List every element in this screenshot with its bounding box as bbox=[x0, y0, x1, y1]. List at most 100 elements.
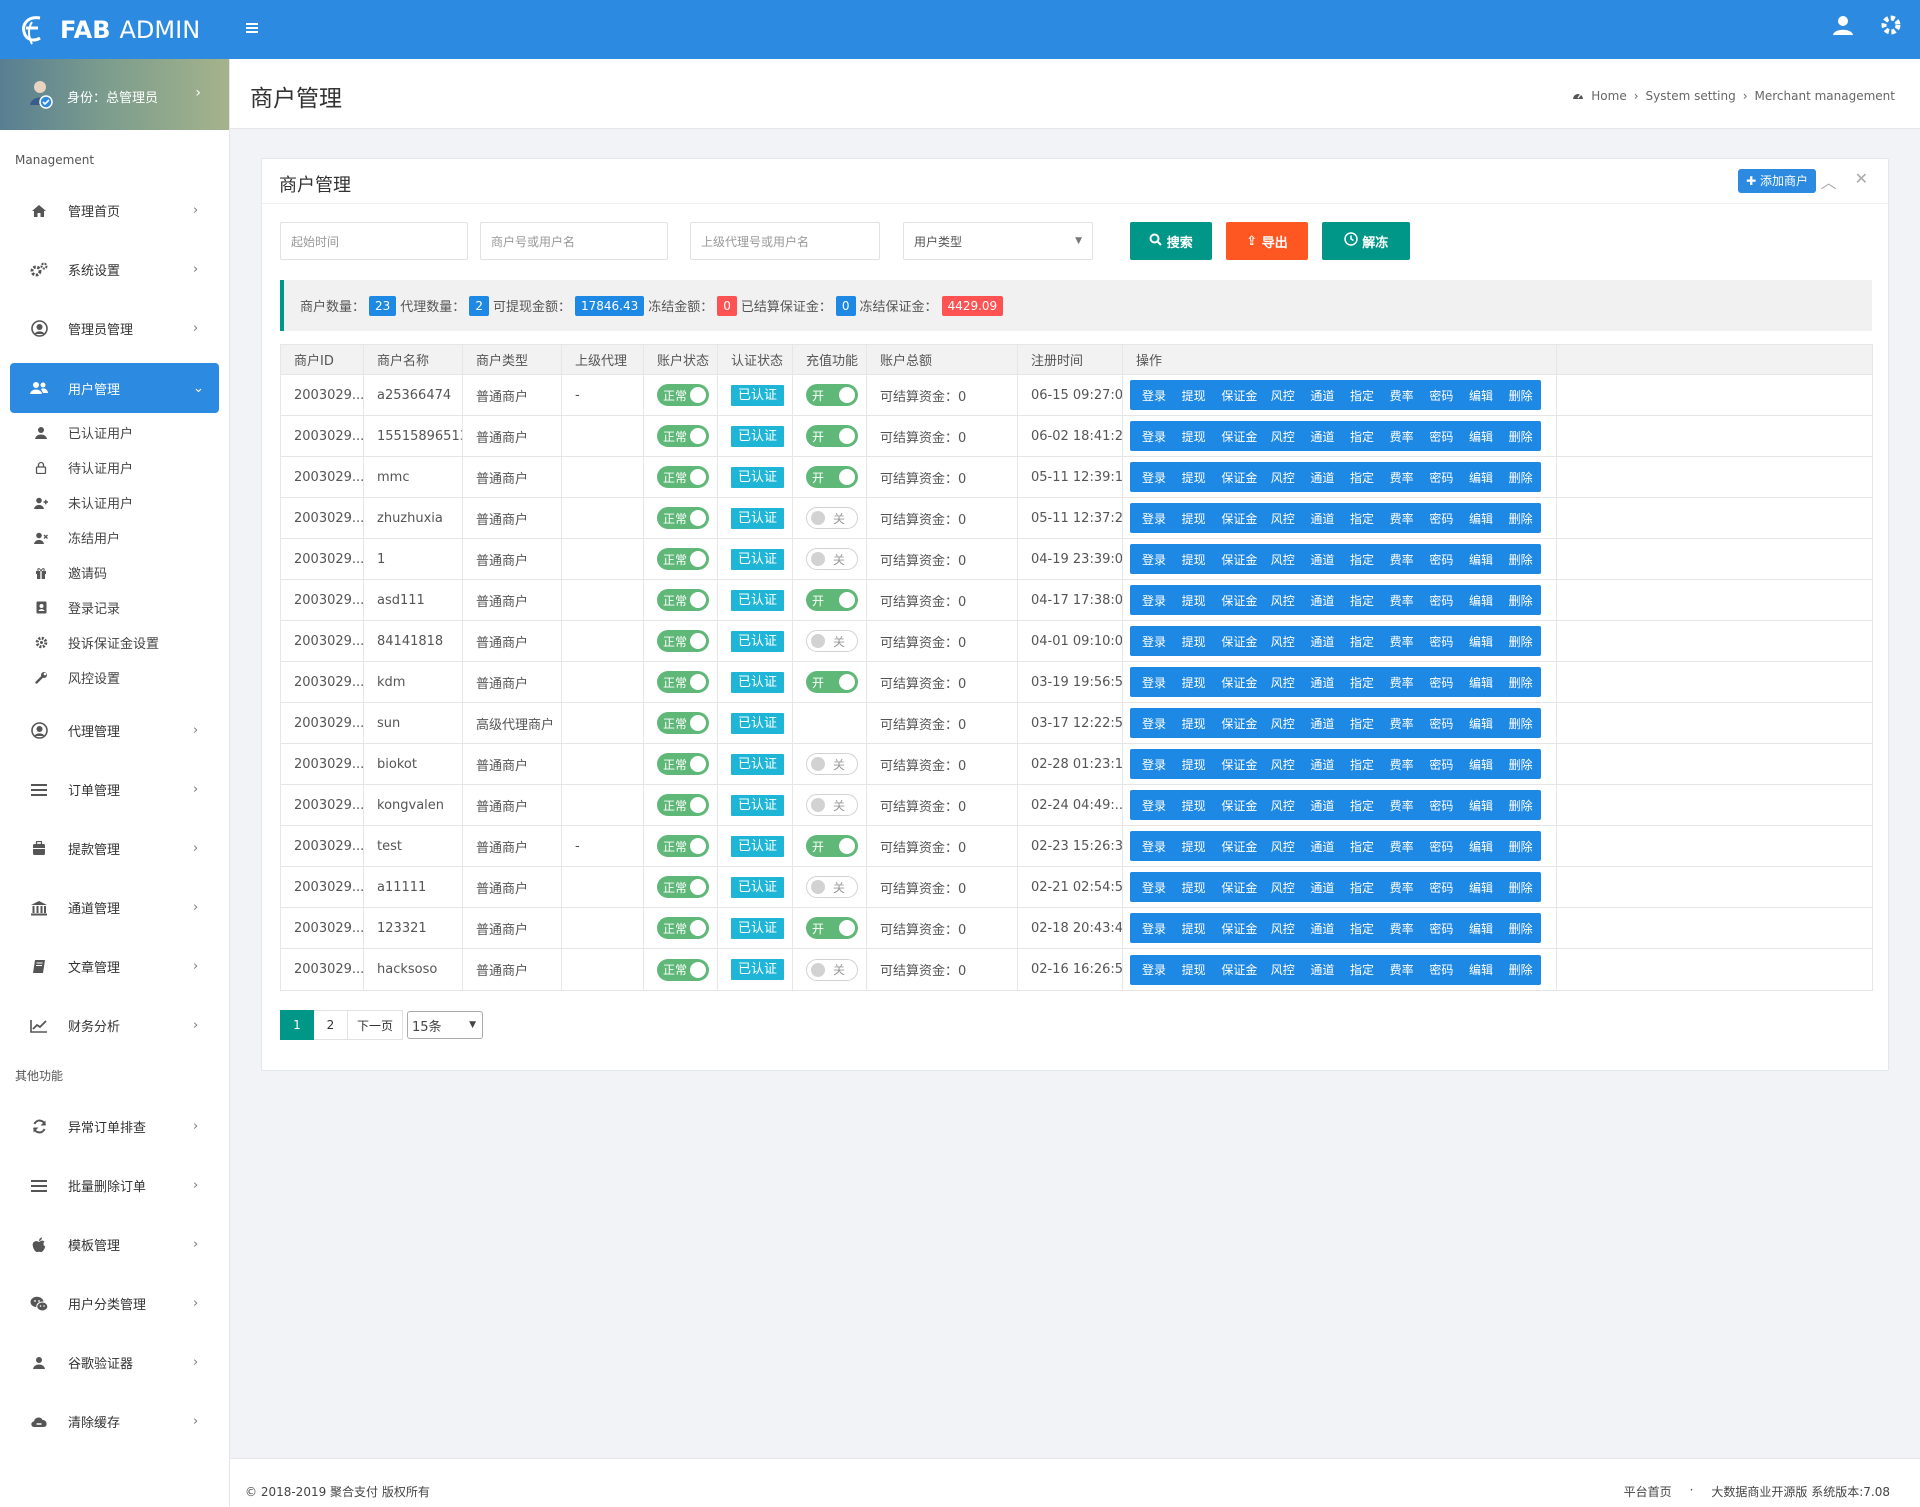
op-button[interactable]: 提现 bbox=[1182, 469, 1222, 486]
user-type-select[interactable]: 用户类型 ▼ bbox=[903, 222, 1093, 260]
start-time-input[interactable]: 起始时间 bbox=[280, 222, 468, 260]
sidebar-subitem-4[interactable]: 邀请码 bbox=[0, 555, 229, 590]
op-button[interactable]: 删除 bbox=[1509, 715, 1541, 732]
op-button[interactable]: 通道 bbox=[1310, 633, 1350, 650]
op-button[interactable]: 通道 bbox=[1310, 469, 1350, 486]
op-button[interactable]: 指定 bbox=[1350, 879, 1390, 896]
op-button[interactable]: 编辑 bbox=[1469, 756, 1509, 773]
op-button[interactable]: 删除 bbox=[1509, 920, 1541, 937]
user-icon[interactable] bbox=[1832, 14, 1854, 40]
op-button[interactable]: 费率 bbox=[1390, 879, 1430, 896]
sidebar-subitem-1[interactable]: 待认证用户 bbox=[0, 450, 229, 485]
op-button[interactable]: 通道 bbox=[1310, 674, 1350, 691]
op-button[interactable]: 密码 bbox=[1429, 756, 1469, 773]
op-button[interactable]: 提现 bbox=[1182, 879, 1222, 896]
op-button[interactable]: 密码 bbox=[1429, 920, 1469, 937]
op-button[interactable]: 提现 bbox=[1182, 756, 1222, 773]
sidebar-item-other-1[interactable]: 批量删除订单 › bbox=[0, 1156, 229, 1215]
op-button[interactable]: 通道 bbox=[1310, 551, 1350, 568]
op-button[interactable]: 删除 bbox=[1509, 797, 1541, 814]
op-button[interactable]: 指定 bbox=[1350, 592, 1390, 609]
account-status-toggle[interactable]: 正常 bbox=[657, 958, 709, 981]
sidebar-item-main-1[interactable]: 系统设置 › bbox=[0, 240, 229, 299]
op-button[interactable]: 登录 bbox=[1142, 838, 1182, 855]
sidebar-item-other-0[interactable]: 异常订单排查 › bbox=[0, 1097, 229, 1156]
recharge-toggle[interactable]: 开 bbox=[806, 589, 858, 611]
account-status-toggle[interactable]: 正常 bbox=[657, 630, 709, 652]
op-button[interactable]: 删除 bbox=[1509, 633, 1541, 650]
next-page[interactable]: 下一页 bbox=[348, 1010, 403, 1040]
op-button[interactable]: 密码 bbox=[1429, 592, 1469, 609]
menu-toggle-icon[interactable] bbox=[246, 18, 258, 39]
op-button[interactable]: 提现 bbox=[1182, 715, 1222, 732]
op-button[interactable]: 删除 bbox=[1509, 510, 1541, 527]
op-button[interactable]: 密码 bbox=[1429, 510, 1469, 527]
breadcrumb-system-setting[interactable]: System setting bbox=[1646, 89, 1736, 103]
op-button[interactable]: 删除 bbox=[1509, 592, 1541, 609]
op-button[interactable]: 风控 bbox=[1271, 510, 1311, 527]
recharge-toggle[interactable]: 开 bbox=[806, 425, 858, 447]
logo[interactable]: FAB ADMIN bbox=[18, 12, 200, 48]
op-button[interactable]: 风控 bbox=[1271, 592, 1311, 609]
op-button[interactable]: 保证金 bbox=[1221, 510, 1270, 527]
op-button[interactable]: 提现 bbox=[1182, 387, 1222, 404]
op-button[interactable]: 费率 bbox=[1390, 469, 1430, 486]
op-button[interactable]: 删除 bbox=[1509, 838, 1541, 855]
sidebar-item-mgmt-1[interactable]: 订单管理 › bbox=[0, 760, 229, 819]
op-button[interactable]: 通道 bbox=[1310, 592, 1350, 609]
sidebar-item-main-0[interactable]: 管理首页 › bbox=[0, 181, 229, 240]
op-button[interactable]: 编辑 bbox=[1469, 838, 1509, 855]
op-button[interactable]: 费率 bbox=[1390, 592, 1430, 609]
sidebar-item-mgmt-4[interactable]: 文章管理 › bbox=[0, 937, 229, 996]
op-button[interactable]: 风控 bbox=[1271, 715, 1311, 732]
op-button[interactable]: 编辑 bbox=[1469, 387, 1509, 404]
op-button[interactable]: 通道 bbox=[1310, 756, 1350, 773]
account-status-toggle[interactable]: 正常 bbox=[657, 466, 709, 488]
sidebar-subitem-6[interactable]: 投诉保证金设置 bbox=[0, 625, 229, 660]
op-button[interactable]: 费率 bbox=[1390, 715, 1430, 732]
account-status-toggle[interactable]: 正常 bbox=[657, 835, 709, 857]
op-button[interactable]: 保证金 bbox=[1221, 879, 1270, 896]
op-button[interactable]: 删除 bbox=[1509, 756, 1541, 773]
op-button[interactable]: 编辑 bbox=[1469, 797, 1509, 814]
op-button[interactable]: 指定 bbox=[1350, 715, 1390, 732]
op-button[interactable]: 登录 bbox=[1142, 633, 1182, 650]
sidebar-subitem-3[interactable]: 冻结用户 bbox=[0, 520, 229, 555]
op-button[interactable]: 风控 bbox=[1271, 961, 1311, 978]
op-button[interactable]: 登录 bbox=[1142, 592, 1182, 609]
op-button[interactable]: 指定 bbox=[1350, 838, 1390, 855]
op-button[interactable]: 登录 bbox=[1142, 387, 1182, 404]
recharge-toggle[interactable]: 关 bbox=[806, 958, 858, 981]
op-button[interactable]: 登录 bbox=[1142, 428, 1182, 445]
export-button[interactable]: ⇪ 导出 bbox=[1226, 222, 1308, 260]
op-button[interactable]: 登录 bbox=[1142, 756, 1182, 773]
per-page-select[interactable]: 15条 ▼ bbox=[407, 1011, 483, 1039]
op-button[interactable]: 提现 bbox=[1182, 428, 1222, 445]
sidebar-item-other-4[interactable]: 谷歌验证器 › bbox=[0, 1333, 229, 1392]
sidebar-item-mgmt-3[interactable]: 通道管理 › bbox=[0, 878, 229, 937]
account-status-toggle[interactable]: 正常 bbox=[657, 876, 709, 898]
op-button[interactable]: 风控 bbox=[1271, 838, 1311, 855]
op-button[interactable]: 通道 bbox=[1310, 510, 1350, 527]
sidebar-item-other-5[interactable]: 清除缓存 › bbox=[0, 1392, 229, 1451]
op-button[interactable]: 保证金 bbox=[1221, 387, 1270, 404]
op-button[interactable]: 密码 bbox=[1429, 961, 1469, 978]
op-button[interactable]: 提现 bbox=[1182, 838, 1222, 855]
agent-search-input[interactable]: 上级代理号或用户名 bbox=[690, 222, 880, 260]
op-button[interactable]: 指定 bbox=[1350, 387, 1390, 404]
op-button[interactable]: 删除 bbox=[1509, 961, 1541, 978]
op-button[interactable]: 编辑 bbox=[1469, 428, 1509, 445]
recharge-toggle[interactable]: 关 bbox=[806, 876, 858, 898]
op-button[interactable]: 风控 bbox=[1271, 879, 1311, 896]
op-button[interactable]: 指定 bbox=[1350, 756, 1390, 773]
op-button[interactable]: 费率 bbox=[1390, 797, 1430, 814]
sidebar-item-mgmt-5[interactable]: 财务分析 › bbox=[0, 996, 229, 1055]
op-button[interactable]: 费率 bbox=[1390, 838, 1430, 855]
footer-home-link[interactable]: 平台首页 bbox=[1624, 1483, 1672, 1500]
recharge-toggle[interactable]: 关 bbox=[806, 630, 858, 652]
op-button[interactable]: 保证金 bbox=[1221, 674, 1270, 691]
search-button[interactable]: 搜索 bbox=[1130, 222, 1212, 260]
op-button[interactable]: 保证金 bbox=[1221, 633, 1270, 650]
op-button[interactable]: 提现 bbox=[1182, 797, 1222, 814]
op-button[interactable]: 登录 bbox=[1142, 674, 1182, 691]
